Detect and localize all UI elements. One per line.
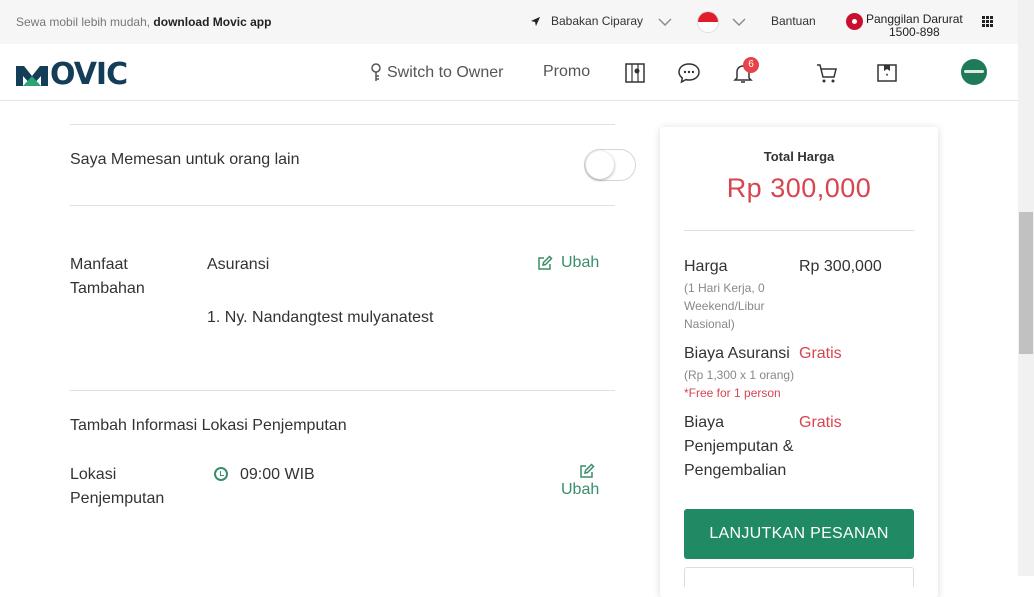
insurance-detail: (Rp 1,300 x 1 orang)	[684, 368, 795, 382]
location-selector[interactable]: Babakan Ciparay	[530, 14, 643, 28]
clock-icon	[214, 467, 228, 481]
secondary-button[interactable]	[684, 567, 914, 587]
order-for-other-label: Saya Memesan untuk orang lain	[70, 151, 300, 168]
insurance-label: Biaya Asuransi	[684, 345, 790, 362]
pickup-fee-line2: Penjemputan &	[684, 438, 794, 455]
help-link[interactable]: Bantuan	[771, 14, 816, 28]
chat-icon[interactable]	[677, 61, 701, 85]
price-summary-card: Total Harga Rp 300,000 Harga Rp 300,000 …	[660, 127, 938, 597]
price-detail: (1 Hari Kerja, 0 Weekend/Libur Nasional)	[684, 279, 765, 333]
edit-label: Ubah	[561, 254, 600, 271]
edit-benefit-button[interactable]: Ubah	[537, 254, 599, 272]
divider	[70, 390, 615, 391]
divider	[684, 230, 914, 231]
edit-icon	[580, 463, 595, 478]
movic-logo[interactable]: OVIC	[14, 57, 128, 92]
price-detail-line1: (1 Hari Kerja, 0	[684, 281, 765, 295]
emergency-icon	[846, 13, 863, 30]
app-promo-text: Sewa mobil lebih mudah,	[16, 15, 151, 29]
movic-logo-mark-icon	[16, 66, 48, 86]
benefit-label: Manfaat Tambahan	[70, 253, 145, 301]
scrollbar-thumb[interactable]	[1019, 212, 1033, 354]
continue-order-button[interactable]: LANJUTKAN PESANAN	[684, 509, 914, 559]
insurance-value: Gratis	[799, 345, 842, 362]
edit-icon	[538, 255, 553, 270]
movic-logo-text: OVIC	[50, 57, 128, 92]
top-bar: Sewa mobil lebih mudah, download Movic a…	[0, 0, 1018, 44]
benefit-label-line1: Manfaat	[70, 256, 128, 273]
pickup-section-title: Tambah Informasi Lokasi Penjemputan	[70, 417, 347, 434]
indonesia-flag-icon[interactable]	[697, 11, 719, 33]
switch-to-owner-link[interactable]: Switch to Owner	[369, 63, 503, 83]
benefit-type: Asuransi	[207, 256, 270, 273]
divider	[70, 205, 615, 206]
pickup-location-label: Lokasi Penjemputan	[70, 463, 164, 511]
pickup-label-line2: Penjemputan	[70, 490, 165, 507]
price-detail-line3: Nasional)	[684, 317, 735, 331]
apps-grid-icon[interactable]	[982, 16, 993, 27]
price-value: Rp 300,000	[799, 258, 882, 275]
benefit-person: 1. Ny. Nandangtest mulyanatest	[207, 309, 434, 326]
emergency-number: 1500-898	[889, 25, 940, 39]
download-app-link[interactable]: download Movic app	[153, 15, 271, 29]
cart-icon[interactable]	[815, 61, 839, 85]
edit-pickup-button[interactable]: Ubah	[561, 463, 599, 499]
toggle-knob	[586, 151, 614, 179]
bookmark-icon[interactable]	[875, 61, 899, 85]
edit-label: Ubah	[561, 481, 600, 498]
main-header: OVIC Switch to Owner Promo 6	[0, 44, 1018, 101]
order-for-other-toggle[interactable]	[584, 149, 636, 181]
divider	[70, 124, 615, 125]
avatar[interactable]	[961, 59, 987, 85]
pickup-fee-line1: Biaya	[684, 414, 725, 431]
total-price-label: Total Harga	[763, 149, 835, 164]
total-price-value: Rp 300,000	[726, 173, 872, 203]
notification-badge: 6	[743, 57, 759, 73]
key-icon	[371, 63, 381, 81]
pickup-label-line1: Lokasi	[70, 466, 117, 483]
emergency-call[interactable]: Panggilan Darurat 1500-898	[866, 13, 963, 39]
insurance-note: *Free for 1 person	[684, 386, 781, 400]
app-promo: Sewa mobil lebih mudah, download Movic a…	[16, 15, 271, 29]
map-icon[interactable]	[623, 61, 647, 85]
pickup-fee-line3: Pengembalian	[684, 462, 787, 479]
pickup-fee-label: Biaya Penjemputan & Pengembalian	[684, 411, 793, 483]
pickup-time: 09:00 WIB	[240, 466, 315, 483]
navigation-arrow-icon	[530, 16, 541, 26]
promo-link[interactable]: Promo	[543, 63, 590, 81]
location-name: Babakan Ciparay	[551, 14, 644, 28]
benefit-label-line2: Tambahan	[70, 280, 145, 297]
chevron-down-icon[interactable]	[732, 15, 746, 29]
price-detail-line2: Weekend/Libur	[684, 299, 765, 313]
price-label: Harga	[684, 258, 728, 275]
switch-to-owner-label: Switch to Owner	[387, 64, 504, 81]
chevron-down-icon[interactable]	[658, 15, 672, 29]
pickup-fee-value: Gratis	[799, 414, 842, 431]
